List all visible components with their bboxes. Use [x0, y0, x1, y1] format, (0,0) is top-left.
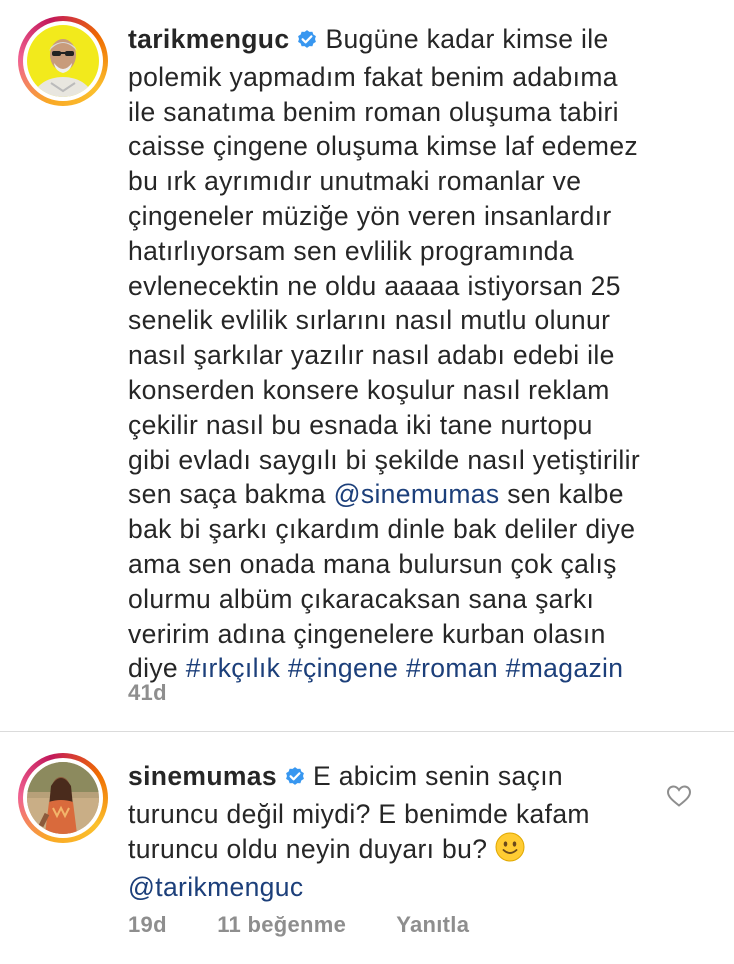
slightly-smiling-face-emoji-icon [495, 832, 525, 871]
comment-line: turuncu değil miydi? E benimde kafam [128, 798, 590, 829]
comment-line: bak bi şarkı çıkardım dinle bak deliler … [128, 514, 636, 545]
comment-line: senelik evlilik sırlarını nasıl mutlu ol… [128, 305, 611, 336]
comment-time: 19d [128, 912, 167, 937]
comment-line: hatırlıyorsam sen evlilik programında [128, 235, 574, 266]
verified-badge-icon [295, 25, 319, 60]
comment-line: turuncu oldu neyin duyarı bu? [128, 833, 488, 864]
comment-line: çekilir nasıl bu esnada iki tane nurtopu [128, 409, 593, 440]
comment-line: konserden konsere koşulur nasıl reklam [128, 374, 610, 405]
username-sinemumas[interactable]: sinemumas [128, 761, 277, 791]
comment-meta: 41d [128, 680, 211, 706]
comment-line: evlenecektin ne oldu aaaaa istiyorsan 25 [128, 270, 621, 301]
comment-text-fragment: sen saça bakma [128, 479, 334, 510]
comment-line: bu ırk ayrımıdır unutmaki romanlar ve [128, 166, 582, 197]
avatar-sinemumas [27, 762, 99, 834]
hashtag-roman[interactable]: #roman [406, 653, 498, 683]
comment-line: Bugüne kadar kimse ile [325, 24, 609, 54]
like-heart-icon[interactable] [666, 784, 692, 813]
comment-line: veririm adına çingenelere kurban olasın [128, 618, 606, 649]
hashtag-irkcilik[interactable]: #ırkçılık [186, 653, 280, 683]
verified-badge-icon [283, 762, 307, 797]
comment-line: E abicim senin saçın [312, 761, 563, 791]
avatar-ring[interactable] [18, 753, 108, 843]
avatar-tarikmenguc [27, 25, 99, 97]
hashtag-magazin[interactable]: #magazin [506, 653, 624, 683]
comment-line: olurmu albüm çıkaracaksan sana şarkı [128, 583, 595, 614]
reply-button[interactable]: Yanıtla [396, 912, 469, 937]
comment-text-fragment: sen kalbe [499, 479, 624, 510]
comment-text: sinemumas E abicim senin saçın turuncu de… [128, 759, 688, 905]
comment-text: tarikmenguc Bugüne kadar kimse ile polemi… [128, 22, 688, 686]
mention-sinemumas[interactable]: @sinemumas [334, 479, 500, 509]
comment-line: caisse çingene oluşuma kimse laf edemez [128, 131, 639, 162]
username-tarikmenguc[interactable]: tarikmenguc [128, 24, 289, 54]
hashtag-cingene[interactable]: #çingene [288, 653, 398, 683]
comment-line: ama sen onada mana bulursun çok çalış [128, 548, 617, 579]
likes-count[interactable]: 11 beğenme [217, 912, 346, 937]
comment-line: ile sanatıma benim roman oluşuma tabiri [128, 96, 619, 127]
comment-line: çingeneler müziğe yön veren insanlardır [128, 200, 612, 231]
comment-line: polemik yapmadım fakat benim adabıma [128, 61, 618, 92]
mention-tarikmenguc[interactable]: @tarikmenguc [128, 872, 303, 902]
comment-line: gibi evladı saygılı bi şekilde nasıl yet… [128, 444, 641, 475]
comment-text-fragment: diye [128, 653, 186, 684]
avatar-ring[interactable] [18, 16, 108, 106]
comment-line: nasıl şarkılar yazılır nasıl adabı edebi… [128, 340, 615, 371]
comment-meta: 19d 11 beğenme Yanıtla [128, 912, 513, 938]
divider [0, 731, 734, 732]
comment-time: 41d [128, 680, 167, 705]
